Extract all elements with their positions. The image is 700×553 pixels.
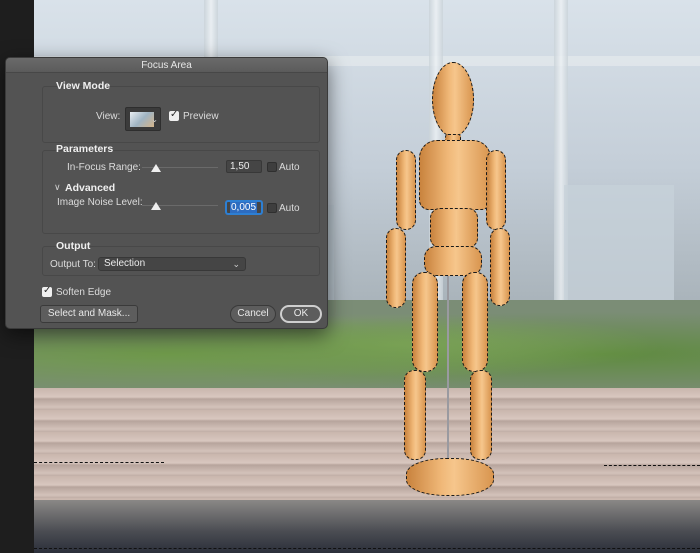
mannequin-chest bbox=[419, 140, 491, 210]
mannequin-abdomen bbox=[430, 208, 478, 248]
advanced-disclosure-chevron-icon[interactable]: ∨ bbox=[54, 182, 61, 193]
view-mode-title: View Mode bbox=[56, 80, 111, 92]
parameters-title: Parameters bbox=[56, 143, 114, 155]
mannequin-left-thigh bbox=[412, 272, 438, 372]
soften-edge-checkbox[interactable] bbox=[42, 285, 52, 297]
mannequin-right-upper-arm bbox=[486, 150, 506, 230]
mannequin-right-thigh bbox=[462, 272, 488, 372]
mannequin-left-forearm bbox=[386, 228, 406, 308]
preview-label: Preview bbox=[183, 111, 219, 122]
advanced-title[interactable]: Advanced bbox=[65, 182, 115, 194]
soften-edge-label: Soften Edge bbox=[56, 287, 112, 298]
image-noise-level-label: Image Noise Level: bbox=[57, 197, 143, 208]
view-label: View: bbox=[96, 111, 121, 122]
image-noise-auto-label: Auto bbox=[279, 203, 300, 214]
mannequin-right-forearm bbox=[490, 228, 510, 306]
in-focus-auto-checkbox[interactable] bbox=[267, 162, 277, 172]
mannequin-head bbox=[432, 62, 474, 137]
output-to-label: Output To: bbox=[50, 259, 96, 270]
in-focus-auto-label: Auto bbox=[279, 162, 300, 173]
chevron-down-icon: ⌄ bbox=[232, 259, 240, 269]
dialog-title[interactable]: Focus Area bbox=[6, 58, 327, 73]
mannequin-right-shin bbox=[470, 370, 492, 460]
image-noise-slider-thumb[interactable] bbox=[151, 202, 162, 210]
mannequin-left-shin bbox=[404, 370, 426, 460]
output-title: Output bbox=[56, 240, 91, 252]
mannequin-stand-rod bbox=[447, 276, 449, 464]
ok-button[interactable]: OK bbox=[280, 305, 322, 323]
focus-area-dialog: Focus Area View Mode View: ⌄ Preview Par… bbox=[5, 57, 328, 329]
image-noise-auto-checkbox[interactable] bbox=[267, 203, 277, 213]
chevron-down-icon: ⌄ bbox=[151, 115, 158, 124]
view-mode-picker[interactable]: ⌄ bbox=[125, 107, 161, 131]
cancel-button[interactable]: Cancel bbox=[230, 305, 276, 323]
in-focus-range-input[interactable]: 1,50 bbox=[226, 160, 262, 173]
mannequin-left-upper-arm bbox=[396, 150, 416, 230]
mannequin-base bbox=[406, 458, 494, 496]
in-focus-range-slider-thumb[interactable] bbox=[151, 164, 162, 172]
output-to-select[interactable]: Selection ⌄ bbox=[98, 257, 246, 271]
output-to-value: Selection bbox=[104, 258, 146, 269]
image-noise-value: 0,005 bbox=[230, 202, 258, 213]
select-and-mask-button[interactable]: Select and Mask... bbox=[40, 305, 138, 323]
in-focus-range-label: In-Focus Range: bbox=[67, 162, 141, 173]
image-noise-input[interactable]: 0,005 bbox=[226, 201, 262, 214]
view-mode-group bbox=[42, 86, 320, 143]
preview-checkbox[interactable] bbox=[169, 109, 179, 121]
